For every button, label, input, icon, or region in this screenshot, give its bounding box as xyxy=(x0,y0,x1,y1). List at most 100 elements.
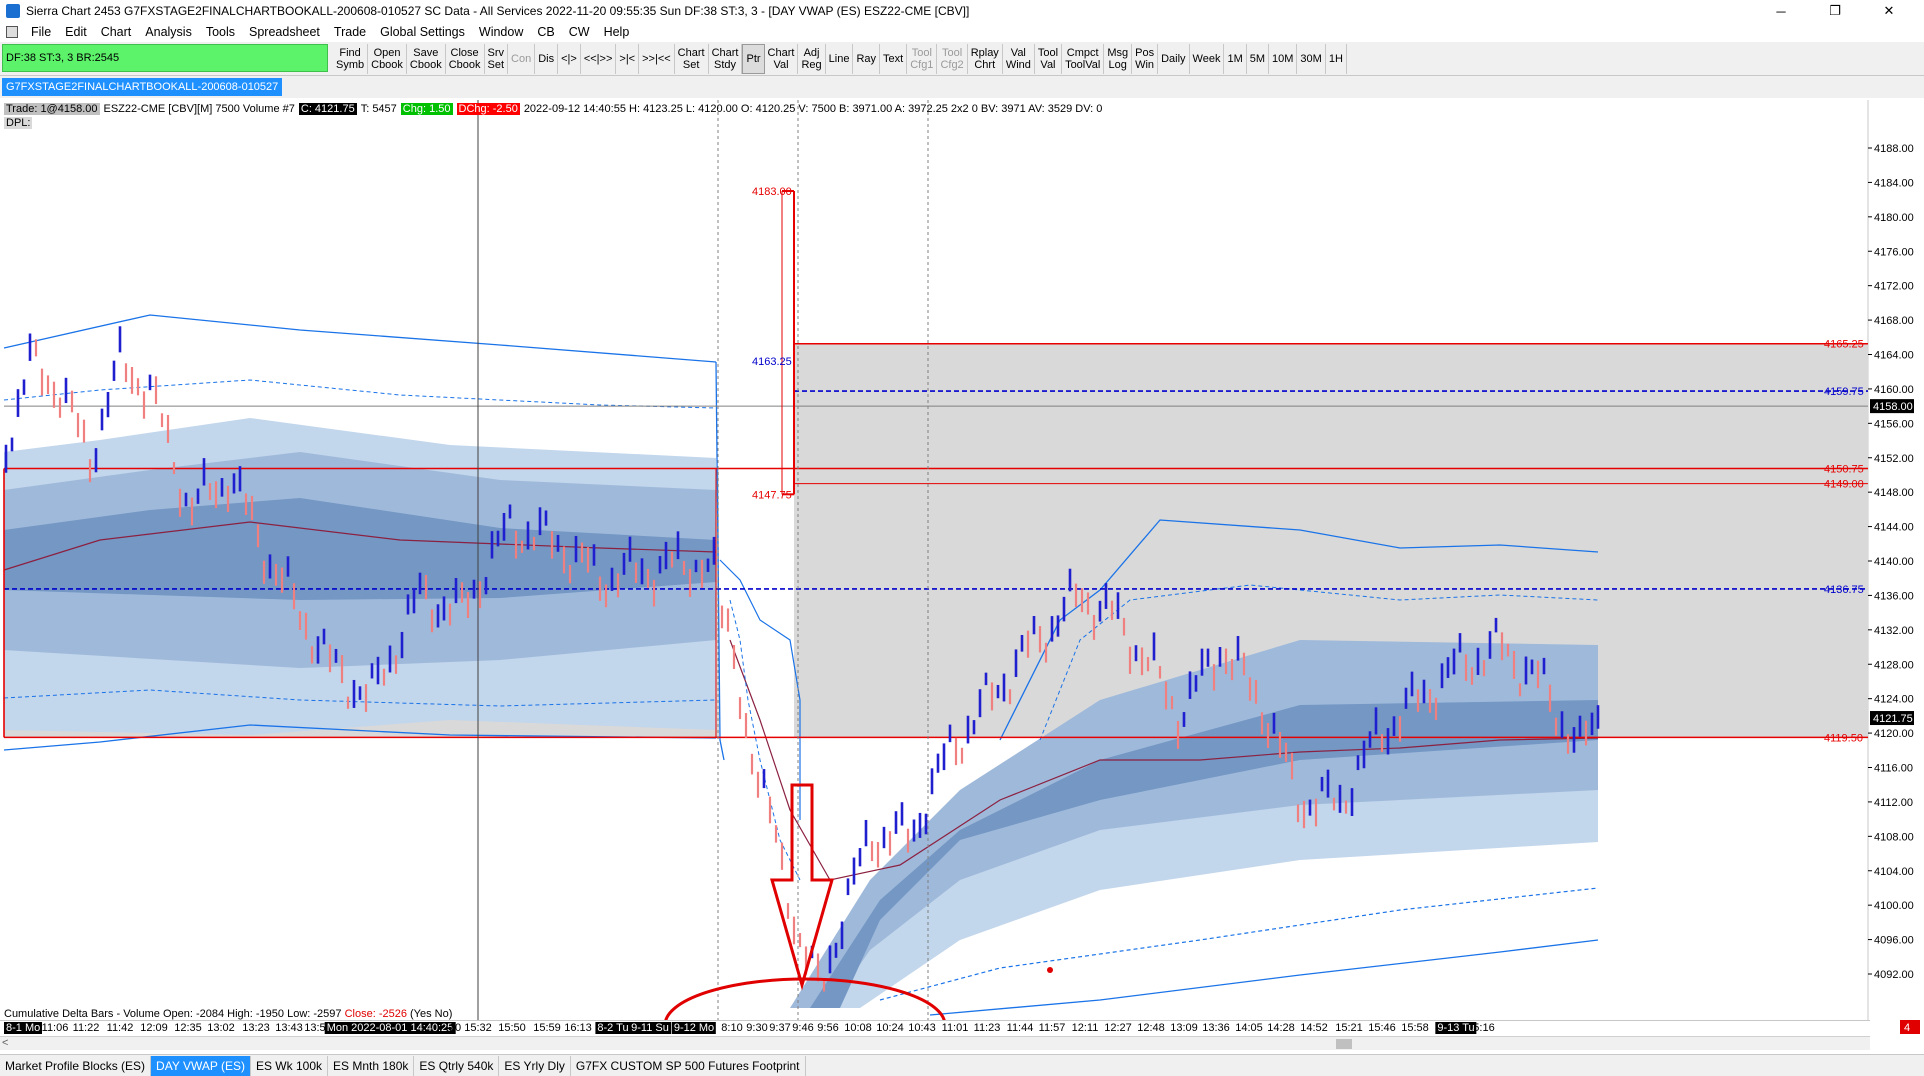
cumulative-delta-label: Cumulative Delta Bars - Volume Open: -20… xyxy=(4,1008,452,1020)
menu-window[interactable]: Window xyxy=(472,25,530,39)
toolbar-btn-label: 1H xyxy=(1328,53,1343,65)
toolbar-btn-open-cbook[interactable]: Open Cbook xyxy=(368,44,407,74)
toolbar-btn-label: 5M xyxy=(1249,53,1266,65)
toolbar-btn-ptr[interactable]: Ptr xyxy=(742,44,765,74)
menu-help[interactable]: Help xyxy=(597,25,637,39)
time-axis-tick: 15:32 xyxy=(464,1022,492,1034)
toolbar-btn-tool-cfg2[interactable]: Tool Cfg2 xyxy=(937,44,968,74)
chartbook-tab-es-mnth-180k[interactable]: ES Mnth 180k xyxy=(328,1055,415,1076)
toolbar-btn-msg-log[interactable]: Msg Log xyxy=(1104,44,1133,74)
toolbar-btn-nav[interactable]: <<|>> xyxy=(581,44,617,74)
menu-cw[interactable]: CW xyxy=(562,25,597,39)
chartbook-tab-es-yrly-dly[interactable]: ES Yrly Dly xyxy=(499,1055,571,1076)
toolbar-btn-label: Srv xyxy=(487,47,505,59)
toolbar-btn-chart-val[interactable]: Chart Val xyxy=(765,44,799,74)
price-tick: 4100.00 xyxy=(1874,900,1914,912)
toolbar-btn-chart-set[interactable]: Chart Set xyxy=(675,44,709,74)
range-label-4147: 4147.75 xyxy=(752,489,792,501)
time-axis-tick: 15:50 xyxy=(498,1022,526,1034)
time-axis-tick: 15:59 xyxy=(533,1022,561,1034)
toolbar-btn-label: >|< xyxy=(619,53,636,65)
toolbar-btn-1h[interactable]: 1H xyxy=(1326,44,1347,74)
toolbar-btn-pos-win[interactable]: Pos Win xyxy=(1132,44,1159,74)
price-tick: 4116.00 xyxy=(1874,763,1913,775)
toolbar-btn-label: Rplay xyxy=(970,47,999,59)
toolbar-btn-nav[interactable]: <|> xyxy=(558,44,581,74)
toolbar-btn-srv-set[interactable]: Srv Set xyxy=(485,44,509,74)
scroll-left-icon[interactable]: < xyxy=(2,1037,8,1049)
toolbar-btn-nav[interactable]: >>|<< xyxy=(639,44,675,74)
menu-chart[interactable]: Chart xyxy=(94,25,139,39)
toolbar-btn-label: 30M xyxy=(1300,53,1322,65)
toolbar-btn-label: Val xyxy=(773,59,789,71)
toolbar-btn-line[interactable]: Line xyxy=(826,44,854,74)
chartbook-tab-g7fx-custom-sp-500-futures-footprint[interactable]: G7FX CUSTOM SP 500 Futures Footprint xyxy=(571,1055,806,1076)
toolbar-btn-label: Week xyxy=(1192,53,1221,65)
minimize-button[interactable]: ─ xyxy=(1758,0,1804,22)
chartbook-tab-market-profile-blocks-es[interactable]: Market Profile Blocks (ES) xyxy=(0,1055,152,1076)
annotation-dot xyxy=(1047,967,1053,973)
time-axis: 8-1 Mo 11:06 11:22 11:42 12:09 12:35 13:02 13:2… xyxy=(0,1020,1870,1036)
time-axis-date-label: 9-11 Su xyxy=(629,1022,671,1034)
chart-area[interactable]: 4188.00 4184.00 4180.00 4176.00 4172.00 4168.… xyxy=(0,100,1924,1038)
toolbar-btn-rplay-chrt[interactable]: Rplay Chrt xyxy=(968,44,1003,74)
price-tick: 4096.00 xyxy=(1874,935,1914,947)
document-icon[interactable] xyxy=(6,26,18,38)
toolbar-btn-5m[interactable]: 5M xyxy=(1247,44,1270,74)
time-axis-tick: 5:16 xyxy=(1473,1022,1495,1034)
price-chart[interactable]: 4188.00 4184.00 4180.00 4176.00 4172.00 4168.… xyxy=(0,100,1924,1038)
menu-tools[interactable]: Tools xyxy=(199,25,242,39)
toolbar-btn-30m[interactable]: 30M xyxy=(1297,44,1326,74)
menu-trade[interactable]: Trade xyxy=(327,25,373,39)
close-button[interactable]: ✕ xyxy=(1866,0,1912,22)
toolbar-btn-label: Stdy xyxy=(714,59,737,71)
price-tick: 4152.00 xyxy=(1874,453,1914,465)
restore-button[interactable]: ❐ xyxy=(1812,0,1858,22)
toolbar-btn-nav[interactable]: >|< xyxy=(616,44,640,74)
toolbar-btn-label: Wind xyxy=(1005,59,1031,71)
chartbook-tab-es-qtrly-540k[interactable]: ES Qtrly 540k xyxy=(414,1055,500,1076)
time-axis-date-label: 9-12 Mo xyxy=(671,1022,717,1034)
menu-edit[interactable]: Edit xyxy=(58,25,94,39)
chart-tab-bar: G7FXSTAGE2FINALCHARTBOOKALL-200608-01052… xyxy=(0,76,1924,98)
toolbar-btn-adj-reg[interactable]: Adj Reg xyxy=(798,44,826,74)
level-label-4165: 4165.25 xyxy=(1824,339,1864,351)
toolbar-btn-text[interactable]: Text xyxy=(880,44,908,74)
time-axis-tick: 11:57 xyxy=(1038,1022,1066,1034)
menu-cb[interactable]: CB xyxy=(530,25,561,39)
toolbar-btn-val-wind[interactable]: Val Wind xyxy=(1003,44,1035,74)
toolbar-btn-con[interactable]: Con xyxy=(508,44,536,74)
price-tick: 4180.00 xyxy=(1874,212,1914,224)
time-axis-tick: 12:35 xyxy=(174,1022,202,1034)
toolbar-btn-find-symb[interactable]: Find Symb xyxy=(333,44,369,74)
last-price-tag: 4121.75 xyxy=(1873,713,1913,725)
toolbar-btn-week[interactable]: Week xyxy=(1190,44,1225,74)
toolbar-btn-tool-val[interactable]: Tool Val xyxy=(1035,44,1063,74)
chartbook-tab-day-vwap-es[interactable]: DAY VWAP (ES) xyxy=(151,1055,251,1076)
trade-label: Trade: 1@4158.00 xyxy=(4,103,100,115)
toolbar-btn-label: Msg xyxy=(1107,47,1129,59)
toolbar-btn-10m[interactable]: 10M xyxy=(1269,44,1298,74)
scrollbar-thumb[interactable] xyxy=(1336,1039,1352,1049)
toolbar-btn-label: Log xyxy=(1108,59,1127,71)
toolbar-btn-close-cbook[interactable]: Close Cbook xyxy=(446,44,485,74)
price-tick: 4148.00 xyxy=(1874,487,1914,499)
chartbook-tab[interactable]: G7FXSTAGE2FINALCHARTBOOKALL-200608-01052… xyxy=(2,78,283,96)
menu-global-settings[interactable]: Global Settings xyxy=(373,25,472,39)
chartbook-tab-es-wk-100k[interactable]: ES Wk 100k xyxy=(251,1055,328,1076)
price-tick: 4112.00 xyxy=(1874,797,1913,809)
menu-analysis[interactable]: Analysis xyxy=(138,25,199,39)
toolbar-btn-save-cbook[interactable]: Save Cbook xyxy=(407,44,446,74)
toolbar-btn-tool-cfg1[interactable]: Tool Cfg1 xyxy=(907,44,938,74)
toolbar-btn-ray[interactable]: Ray xyxy=(853,44,880,74)
toolbar-btn-dis[interactable]: Dis xyxy=(535,44,559,74)
horizontal-scrollbar[interactable]: < xyxy=(0,1036,1870,1050)
menu-spreadsheet[interactable]: Spreadsheet xyxy=(242,25,327,39)
toolbar-btn-cmpct-toolval[interactable]: Cmpct ToolVal xyxy=(1062,44,1105,74)
toolbar-btn-1m[interactable]: 1M xyxy=(1224,44,1247,74)
toolbar-btn-daily[interactable]: Daily xyxy=(1158,44,1190,74)
time-axis-tick: 13:36 xyxy=(1202,1022,1230,1034)
menu-file[interactable]: File xyxy=(24,25,58,39)
time-axis-tick: 11:01 xyxy=(941,1022,969,1034)
toolbar-btn-chart-stdy[interactable]: Chart Stdy xyxy=(709,44,743,74)
